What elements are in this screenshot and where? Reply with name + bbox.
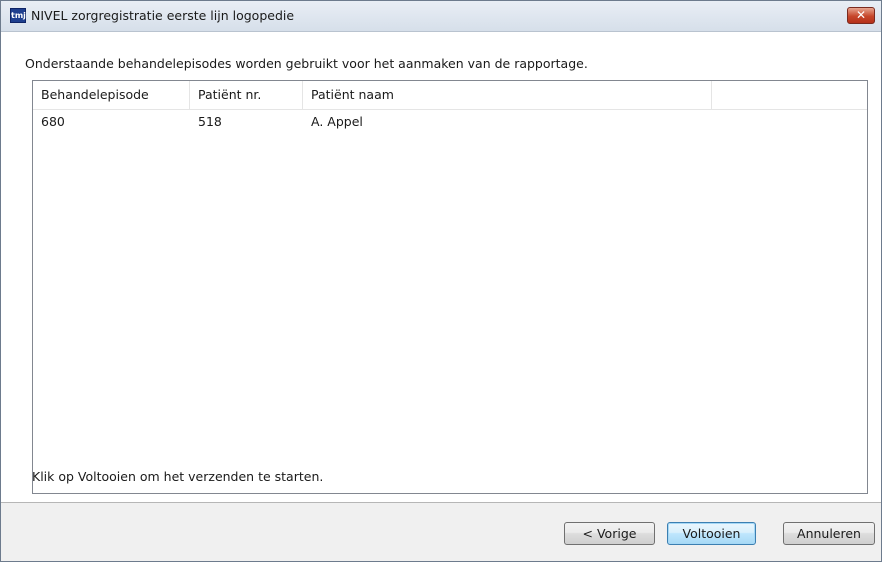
- back-button[interactable]: < Vorige: [564, 522, 655, 545]
- cell-patient-naam: A. Appel: [311, 114, 363, 129]
- app-icon: tmj: [10, 8, 26, 23]
- button-bar: < Vorige Voltooien Annuleren: [1, 503, 881, 561]
- title-bar: tmj NIVEL zorgregistratie eerste lijn lo…: [1, 1, 881, 32]
- close-button[interactable]: ✕: [847, 7, 875, 24]
- wizard-page: Onderstaande behandelepisodes worden geb…: [1, 32, 881, 503]
- cancel-button[interactable]: Annuleren: [783, 522, 875, 545]
- column-header-behandelepisode[interactable]: Behandelepisode: [33, 81, 190, 109]
- column-header-patient-nr[interactable]: Patiënt nr.: [190, 81, 303, 109]
- episodes-listview[interactable]: Behandelepisode Patiënt nr. Patiënt naam…: [32, 80, 868, 494]
- cell-patient-nr: 518: [198, 114, 222, 129]
- column-header-filler: [712, 81, 867, 109]
- cell-behandelepisode: 680: [41, 114, 65, 129]
- finish-button[interactable]: Voltooien: [667, 522, 756, 545]
- column-header-patient-naam[interactable]: Patiënt naam: [303, 81, 712, 109]
- intro-text: Onderstaande behandelepisodes worden geb…: [25, 56, 588, 71]
- wizard-window: tmj NIVEL zorgregistratie eerste lijn lo…: [0, 0, 882, 562]
- instruction-text: Klik op Voltooien om het verzenden te st…: [32, 469, 324, 484]
- window-title: NIVEL zorgregistratie eerste lijn logope…: [31, 8, 295, 23]
- list-header: Behandelepisode Patiënt nr. Patiënt naam: [33, 81, 867, 110]
- table-row[interactable]: 680 518 A. Appel: [33, 110, 867, 134]
